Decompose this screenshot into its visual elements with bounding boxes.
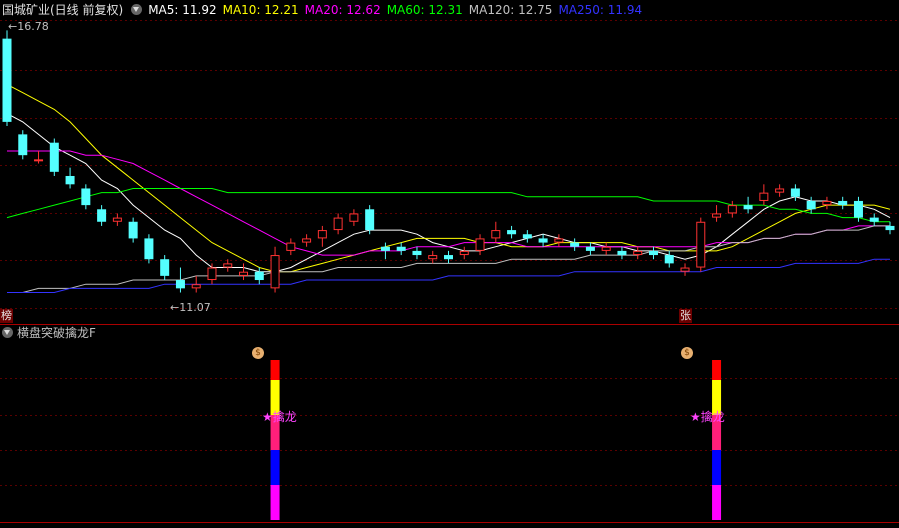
candle-body <box>743 205 753 210</box>
candle-body <box>459 250 469 256</box>
candle-body <box>838 200 848 206</box>
candle-body <box>223 263 233 268</box>
candle-body <box>507 230 517 235</box>
candle-body <box>49 142 59 172</box>
candle-body <box>18 134 28 156</box>
candle-body <box>554 238 564 243</box>
signal-bar-segment <box>712 450 722 485</box>
ma-legend: MA5: 11.92 MA10: 12.21 MA20: 12.62 MA60: 12… <box>148 3 648 17</box>
candle-body <box>254 271 264 281</box>
candle-body <box>680 267 690 272</box>
chart-header: 国城矿业(日线 前复权) MA5: 11.92 MA10: 12.21 MA20: 1… <box>0 0 899 20</box>
signal-bar-segment <box>712 485 722 520</box>
signal-bar-segment <box>270 450 280 485</box>
signal-bar-segment <box>712 360 722 380</box>
kline-chart[interactable] <box>0 0 899 528</box>
candle-body <box>144 238 154 260</box>
candle-body <box>806 200 816 210</box>
candle-body <box>538 238 548 243</box>
ma-line-ma250 <box>7 258 890 293</box>
right-tag[interactable]: 张 <box>679 309 692 323</box>
stock-title[interactable]: 国城矿业(日线 前复权) <box>2 3 123 17</box>
dropdown-arrow-icon[interactable] <box>131 4 143 15</box>
candle-body <box>885 225 895 231</box>
candle-body <box>175 280 185 289</box>
candle-body <box>112 217 122 222</box>
low-price-label: ←11.07 <box>170 301 211 314</box>
candle-body <box>712 213 722 218</box>
ma-line-ma60 <box>6 188 890 223</box>
money-bag-icon: $ <box>681 347 693 359</box>
ma-legend-item: MA20: 12.62 <box>304 3 381 17</box>
candle-body <box>475 238 485 251</box>
candle-body <box>239 271 249 276</box>
indicator-dropdown-icon[interactable] <box>2 327 13 338</box>
candle-body <box>349 213 359 222</box>
candle-body <box>601 246 611 251</box>
ma-legend-item: MA5: 11.92 <box>148 3 217 17</box>
signal-label: ★擒龙 <box>262 410 297 424</box>
candle-body <box>270 255 280 289</box>
ma-line-ma20 <box>7 150 890 256</box>
left-tag[interactable]: 榜 <box>0 309 13 323</box>
candle-body <box>664 255 674 264</box>
candle-body <box>97 209 107 222</box>
signal-bar-segment <box>270 485 280 520</box>
candle-body <box>822 200 832 206</box>
candle-body <box>160 259 170 276</box>
candle-body <box>648 250 658 256</box>
candle-body <box>696 221 706 268</box>
candle-body <box>2 38 12 122</box>
candle-body <box>333 217 343 231</box>
candle-body <box>34 159 44 162</box>
candle-body <box>128 221 138 239</box>
candle-body <box>570 242 580 247</box>
candle-body <box>81 188 91 206</box>
indicator-title[interactable]: 横盘突破擒龙F <box>17 326 96 340</box>
ma-line-ma10 <box>6 83 891 273</box>
candle-body <box>65 175 75 185</box>
candle-body <box>853 200 863 218</box>
indicator-header: 横盘突破擒龙F <box>0 325 96 341</box>
ma-legend-item: MA10: 12.21 <box>222 3 299 17</box>
candle-body <box>396 246 406 251</box>
high-price-label: ←16.78 <box>8 20 49 33</box>
signal-bar-segment <box>270 360 280 380</box>
candle-body <box>491 230 501 239</box>
candle-body <box>585 246 595 251</box>
candle-body <box>207 267 217 281</box>
money-bag-icon: $ <box>252 347 264 359</box>
ma-legend-item: MA250: 11.94 <box>558 3 643 17</box>
candle-body <box>759 192 769 201</box>
ma-legend-item: MA60: 12.31 <box>386 3 463 17</box>
candle-body <box>412 250 422 256</box>
candle-body <box>617 250 627 256</box>
candle-body <box>775 188 785 193</box>
candle-body <box>317 230 327 239</box>
candle-body <box>522 234 532 239</box>
candle-body <box>727 205 737 214</box>
ma-legend-item: MA120: 12.75 <box>468 3 553 17</box>
candle-body <box>365 209 375 231</box>
candle-body <box>633 250 643 256</box>
signal-label: ★擒龙 <box>690 410 725 424</box>
candle-body <box>302 238 312 243</box>
candle-body <box>869 217 879 222</box>
candle-body <box>191 284 201 289</box>
candle-body <box>790 188 800 197</box>
candle-body <box>428 255 438 260</box>
candle-body <box>380 246 390 251</box>
candle-body <box>286 242 296 251</box>
candle-body <box>444 255 453 260</box>
